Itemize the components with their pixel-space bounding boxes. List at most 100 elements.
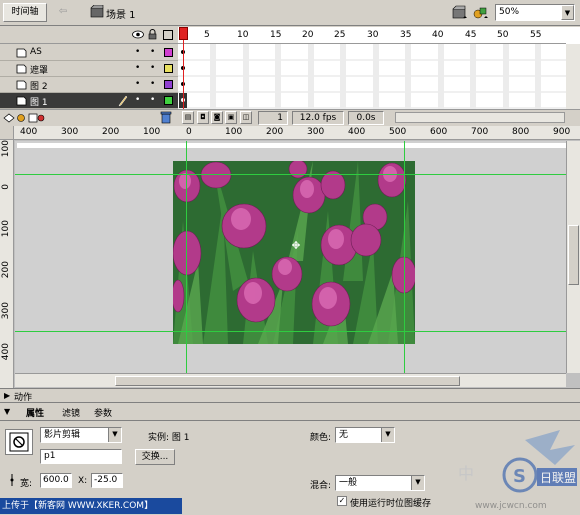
instance-name-input[interactable]: p1 bbox=[40, 449, 122, 464]
layer-page-icon bbox=[16, 48, 27, 58]
guide-line-horizontal[interactable] bbox=[15, 331, 566, 332]
horizontal-ruler[interactable]: 400 300 200 100 0 100 200 300 400 500 60… bbox=[14, 126, 580, 140]
layer-row-as[interactable]: AS • • bbox=[0, 45, 178, 61]
ruler-corner bbox=[0, 126, 14, 140]
upload-credit: 上传于【新客网 WWW.XKER.COM】 bbox=[0, 498, 182, 514]
scene-icon bbox=[90, 5, 104, 18]
fps-field[interactable]: 12.0 fps bbox=[292, 111, 344, 125]
lock-dot-icon[interactable]: • bbox=[150, 47, 155, 57]
tulip-photo-movieclip[interactable] bbox=[173, 161, 415, 344]
lock-icon[interactable] bbox=[148, 29, 157, 40]
timeline-vertical-scrollbar[interactable] bbox=[566, 44, 580, 109]
ruler-label: 100 bbox=[225, 127, 243, 137]
visibility-dot-icon[interactable]: • bbox=[135, 63, 140, 73]
lock-dot-icon[interactable]: • bbox=[150, 63, 155, 73]
stage-vertical-scrollbar[interactable] bbox=[566, 141, 580, 373]
bitmap-cache-checkbox[interactable]: ✓ bbox=[337, 496, 347, 506]
guide-line-vertical[interactable] bbox=[404, 141, 405, 373]
lock-dot-icon[interactable]: • bbox=[150, 95, 155, 105]
frame-number: 10 bbox=[237, 30, 249, 40]
watermark-text: 中 bbox=[458, 464, 475, 483]
elapsed-time-field: 0.0s bbox=[348, 111, 384, 125]
svg-text:www.jcwcn.com: www.jcwcn.com bbox=[475, 501, 547, 511]
expand-arrow-icon[interactable]: ▶ bbox=[4, 391, 10, 400]
guide-line-horizontal[interactable] bbox=[15, 174, 566, 175]
lock-proportions-icon[interactable] bbox=[8, 473, 16, 487]
svg-text:S: S bbox=[513, 466, 526, 487]
symbol-type-select[interactable]: 影片剪辑 ▼ bbox=[40, 427, 122, 443]
blend-mode-select[interactable]: 一般 ▼ bbox=[335, 475, 425, 491]
properties-tabs: ▼ 属性 滤镜 参数 bbox=[0, 404, 580, 421]
ruler-label: 400 bbox=[1, 343, 11, 361]
width-input[interactable]: 600.0 bbox=[40, 473, 72, 488]
vertical-ruler[interactable]: 100 0 100 200 300 400 bbox=[0, 140, 14, 388]
onion-outline-icon[interactable]: ◙ bbox=[211, 111, 223, 124]
stage-horizontal-scrollbar[interactable] bbox=[15, 373, 566, 387]
back-arrow-icon[interactable]: ⇦ bbox=[54, 4, 72, 21]
layer-name: 图 2 bbox=[30, 82, 48, 92]
frame-number: 25 bbox=[334, 30, 346, 40]
chevron-down-icon[interactable]: ▼ bbox=[411, 476, 424, 490]
visibility-dot-icon[interactable]: • bbox=[135, 95, 140, 105]
ruler-label: 200 bbox=[266, 127, 284, 137]
swap-button[interactable]: 交换... bbox=[135, 449, 175, 465]
width-label: 宽: bbox=[20, 479, 33, 489]
ruler-label: 300 bbox=[61, 127, 79, 137]
ruler-label: 400 bbox=[348, 127, 366, 137]
scroll-thumb[interactable] bbox=[568, 225, 579, 285]
timeline-horizontal-scrollbar[interactable] bbox=[395, 112, 565, 123]
edit-scene-icon[interactable] bbox=[452, 5, 468, 20]
current-frame-field: 1 bbox=[258, 111, 288, 125]
chevron-down-icon[interactable]: ▼ bbox=[381, 428, 394, 442]
tab-parameters[interactable]: 参数 bbox=[94, 406, 112, 419]
onion-skin-icon[interactable]: ◘ bbox=[197, 111, 209, 124]
chevron-down-icon[interactable]: ▼ bbox=[561, 5, 574, 20]
outline-icon[interactable] bbox=[163, 30, 173, 40]
frame-number: 30 bbox=[367, 30, 379, 40]
movieclip-icon bbox=[9, 432, 29, 452]
actions-panel-header[interactable]: ▶ 动作 bbox=[0, 388, 580, 403]
layer-row-img2[interactable]: 图 2 • • bbox=[0, 77, 178, 93]
eye-icon[interactable] bbox=[132, 30, 144, 39]
ruler-label: 100 bbox=[143, 127, 161, 137]
frame-number: 55 bbox=[530, 30, 542, 40]
x-input[interactable]: -25.0 bbox=[91, 473, 123, 488]
layer-row-mask[interactable]: 遮罩 • • bbox=[0, 61, 178, 77]
trash-icon[interactable] bbox=[160, 111, 172, 124]
visibility-dot-icon[interactable]: • bbox=[135, 79, 140, 89]
onion-markers-icon[interactable]: ◫ bbox=[240, 111, 252, 124]
layer-tools-icon[interactable] bbox=[3, 112, 47, 124]
ruler-label: 500 bbox=[389, 127, 407, 137]
playhead-handle[interactable] bbox=[179, 27, 188, 40]
ruler-label: 900 bbox=[553, 127, 571, 137]
collapse-arrow-icon[interactable]: ▼ bbox=[4, 407, 10, 416]
tab-properties[interactable]: 属性 bbox=[26, 406, 44, 419]
guide-line-vertical[interactable] bbox=[186, 141, 187, 373]
frame-number: 40 bbox=[432, 30, 444, 40]
lock-dot-icon[interactable]: • bbox=[150, 79, 155, 89]
edit-multiple-frames-icon[interactable]: ▣ bbox=[225, 111, 237, 124]
stage-canvas[interactable] bbox=[15, 141, 566, 373]
layer-color-swatch[interactable] bbox=[164, 96, 173, 105]
ruler-label: 0 bbox=[186, 127, 192, 137]
chevron-down-icon[interactable]: ▼ bbox=[108, 428, 121, 442]
center-frame-icon[interactable]: ▤ bbox=[182, 111, 194, 124]
layer-page-icon bbox=[16, 80, 27, 90]
stage-white-band bbox=[17, 143, 566, 148]
zoom-select[interactable]: 50% ▼ bbox=[495, 4, 575, 21]
visibility-dot-icon[interactable]: • bbox=[135, 47, 140, 57]
scroll-thumb[interactable] bbox=[115, 376, 460, 386]
edit-symbol-icon[interactable] bbox=[473, 5, 489, 20]
frame-ruler[interactable]: 5 10 15 20 25 30 35 40 45 50 55 bbox=[178, 27, 566, 44]
color-effect-select[interactable]: 无 ▼ bbox=[335, 427, 395, 443]
ruler-label: 800 bbox=[512, 127, 530, 137]
top-toolbar: 时间轴 ⇦ 场景 1 50% ▼ bbox=[0, 0, 580, 26]
layer-row-img1[interactable]: 图 1 • • bbox=[0, 93, 178, 109]
frame-number: 45 bbox=[465, 30, 477, 40]
layer-color-swatch[interactable] bbox=[164, 48, 173, 57]
tab-filters[interactable]: 滤镜 bbox=[62, 406, 80, 419]
timeline-toggle-button[interactable]: 时间轴 bbox=[3, 3, 47, 22]
layer-color-swatch[interactable] bbox=[164, 80, 173, 89]
color-effect-value: 无 bbox=[339, 430, 349, 440]
layer-color-swatch[interactable] bbox=[164, 64, 173, 73]
